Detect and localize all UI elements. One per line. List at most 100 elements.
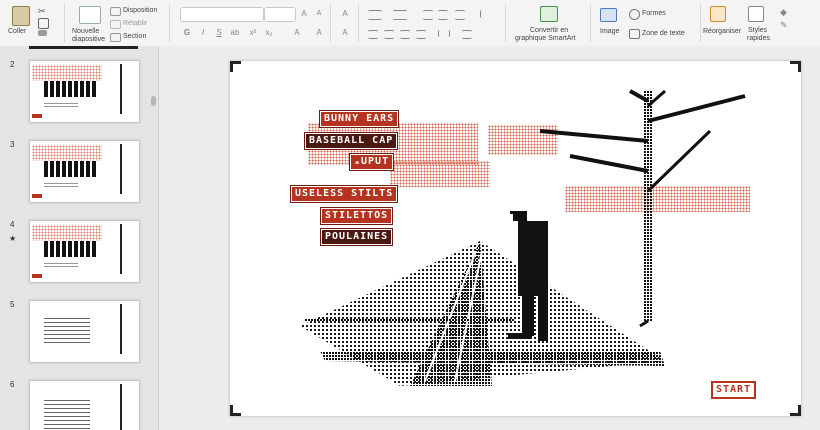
thumb-tree xyxy=(120,144,122,194)
shape-outline-icon[interactable]: ✎ xyxy=(780,20,790,30)
reset-icon[interactable] xyxy=(110,20,121,29)
shapes-button[interactable]: Formes xyxy=(642,10,666,17)
ribbon-separator xyxy=(358,4,359,42)
ribbon-separator xyxy=(505,4,506,42)
align-right-icon[interactable] xyxy=(400,30,410,39)
thumb-title-graphic xyxy=(44,241,96,257)
thumb-tree xyxy=(120,304,122,354)
new-slide-icon[interactable] xyxy=(79,6,101,24)
image-icon[interactable] xyxy=(600,8,617,22)
horizon-dots xyxy=(305,318,515,322)
slide-thumbnail-3[interactable] xyxy=(29,140,140,203)
thumb-title-graphic xyxy=(44,161,96,177)
text-effects-icon[interactable]: A xyxy=(340,28,350,38)
clear-format-icon[interactable]: A xyxy=(340,9,350,19)
menu-item-3[interactable]: ₐUPUT xyxy=(348,153,395,171)
slide-number: 3 xyxy=(10,140,15,149)
bullets-icon[interactable] xyxy=(368,10,382,20)
slide-thumbnail-pane: 2 3 4 ★ 5 6 xyxy=(0,46,159,430)
thumb-red-band xyxy=(32,225,102,241)
ribbon-separator xyxy=(169,4,170,42)
slide-thumbnail-6[interactable] xyxy=(29,380,140,430)
grow-font-icon[interactable]: A xyxy=(299,9,309,19)
ribbon-separator xyxy=(700,4,701,42)
italic-button[interactable]: I xyxy=(198,28,208,38)
menu-item-poulaines[interactable]: POULAINES xyxy=(319,228,394,246)
bare-tree xyxy=(539,89,746,328)
decrease-indent-icon[interactable] xyxy=(423,10,433,20)
thumb-red-band xyxy=(32,65,102,81)
arrange-icon[interactable] xyxy=(710,6,726,22)
ribbon-toolbar: Coller ✂ Nouvelle diapositive Dispositio… xyxy=(0,0,820,47)
align-text-icon[interactable] xyxy=(462,30,472,39)
star-icon: ★ xyxy=(9,234,17,243)
shape-fill-icon[interactable]: ◆ xyxy=(780,7,790,17)
arrange-button-label[interactable]: Réorganiser xyxy=(703,28,741,35)
slide-thumbnail-2[interactable] xyxy=(29,60,140,123)
section-icon[interactable] xyxy=(110,33,121,42)
strikethrough-button[interactable]: ab xyxy=(230,28,240,38)
text-highlight-button[interactable]: A xyxy=(292,28,302,38)
new-slide-label-2[interactable]: diapositive xyxy=(72,36,105,43)
new-slide-label-1[interactable]: Nouvelle xyxy=(72,28,99,35)
increase-indent-icon[interactable] xyxy=(438,10,448,20)
copy-icon[interactable] xyxy=(38,18,49,29)
menu-item-bunny-ears[interactable]: BUNNY EARS xyxy=(318,110,400,128)
quick-styles-icon[interactable] xyxy=(748,6,764,22)
quick-styles-label-2[interactable]: rapides xyxy=(747,35,770,42)
thumb-logo xyxy=(32,274,42,278)
slide-thumbnail-5[interactable] xyxy=(29,300,140,363)
thumb-text-block xyxy=(44,399,90,429)
quick-styles-label-1[interactable]: Styles xyxy=(748,27,767,34)
layout-button[interactable]: Disposition xyxy=(123,7,157,14)
thumb-small-text xyxy=(44,181,78,187)
slide-number: 5 xyxy=(10,300,15,309)
smartart-icon[interactable] xyxy=(540,6,558,22)
superscript-button[interactable]: x² xyxy=(248,28,258,38)
thumb-logo xyxy=(32,194,42,198)
section-button[interactable]: Section xyxy=(123,33,146,40)
format-painter-icon[interactable] xyxy=(38,30,47,36)
textbox-icon[interactable] xyxy=(629,29,640,39)
line-spacing-icon[interactable] xyxy=(455,10,465,20)
bold-button[interactable]: G xyxy=(182,28,192,38)
paste-button-label[interactable]: Coller xyxy=(8,28,26,35)
reset-button[interactable]: Rétablir xyxy=(123,20,147,27)
slide-number: 2 xyxy=(10,60,15,69)
underline-button[interactable]: S xyxy=(214,28,224,38)
numbering-icon[interactable] xyxy=(393,10,407,20)
slide-thumbnail-4[interactable] xyxy=(29,220,140,283)
layout-icon[interactable] xyxy=(110,7,121,16)
columns-icon[interactable] xyxy=(438,30,450,37)
shrink-font-icon[interactable]: A xyxy=(314,9,324,19)
slide-number: 4 xyxy=(10,220,15,229)
cut-icon[interactable]: ✂ xyxy=(38,6,47,16)
image-button-label[interactable]: Image xyxy=(600,28,619,35)
ribbon-separator xyxy=(590,4,591,42)
ribbon-separator xyxy=(64,4,65,42)
menu-item-stilettos[interactable]: STILETTOS xyxy=(319,207,394,225)
convert-smartart-label-2[interactable]: graphique SmartArt xyxy=(515,35,576,42)
font-color-button[interactable]: A xyxy=(314,28,324,38)
font-size-select[interactable] xyxy=(264,7,296,22)
align-center-icon[interactable] xyxy=(384,30,394,39)
paste-icon[interactable] xyxy=(12,6,30,26)
thumb-tree xyxy=(120,384,122,430)
font-family-select[interactable] xyxy=(180,7,264,22)
current-slide[interactable]: BUNNY EARS BASEBALL CAP ₐUPUT USELESS ST… xyxy=(230,61,801,416)
textbox-button[interactable]: Zone de texte xyxy=(642,30,685,37)
thumb-logo xyxy=(32,114,42,118)
justify-icon[interactable] xyxy=(416,30,426,39)
convert-smartart-label-1[interactable]: Convertir en xyxy=(530,27,568,34)
prev-thumbnail-bottom xyxy=(29,46,138,49)
align-left-icon[interactable] xyxy=(368,30,378,39)
sidebar-scrollbar[interactable] xyxy=(151,96,156,106)
text-direction-icon[interactable] xyxy=(480,10,491,18)
thumb-title-graphic xyxy=(44,81,96,97)
shapes-icon[interactable] xyxy=(629,9,640,20)
thumb-red-band xyxy=(32,145,102,161)
menu-item-useless-stilts[interactable]: USELESS STILTS xyxy=(289,185,399,203)
menu-item-baseball-cap[interactable]: BASEBALL CAP xyxy=(303,132,399,150)
subscript-button[interactable]: x₂ xyxy=(264,28,274,38)
start-button[interactable]: START xyxy=(711,381,757,399)
